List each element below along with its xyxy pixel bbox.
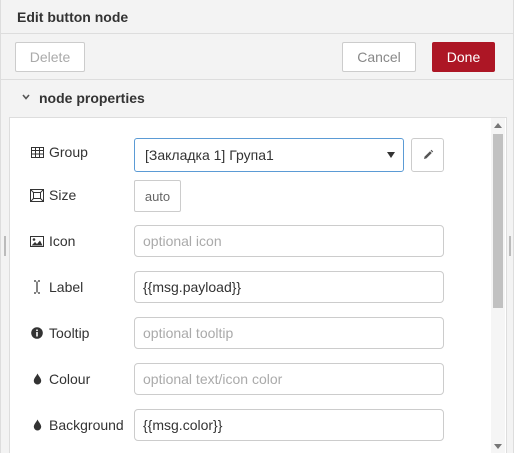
tooltip-label: Tooltip: [49, 325, 90, 341]
icon-label: Icon: [49, 233, 76, 249]
delete-button[interactable]: Delete: [15, 42, 85, 72]
scroll-up-arrow-icon[interactable]: [494, 123, 502, 128]
tray-toolbar: Delete Cancel Done: [1, 34, 513, 80]
icon-row-label: Icon: [30, 233, 75, 249]
group-row-label: Group: [30, 144, 88, 160]
label-label: Label: [49, 279, 84, 295]
table-icon: [30, 145, 44, 159]
cancel-button[interactable]: Cancel: [342, 42, 416, 72]
group-select-value: [Закладка 1] Група1: [145, 147, 274, 163]
group-select[interactable]: [Закладка 1] Група1: [134, 138, 404, 172]
caret-down-icon: [387, 152, 395, 158]
scroll-down-arrow-icon[interactable]: [494, 444, 502, 449]
resize-grip-left[interactable]: [4, 236, 6, 256]
colour-row-label: Colour: [30, 371, 90, 387]
picture-icon: [30, 234, 44, 248]
size-label: Size: [49, 187, 77, 203]
group-label: Group: [49, 144, 88, 160]
scroll-thumb[interactable]: [493, 134, 503, 308]
pencil-icon: [423, 149, 433, 159]
vertical-scrollbar[interactable]: [491, 118, 505, 453]
edit-group-button[interactable]: [411, 138, 444, 172]
text-cursor-icon: [30, 280, 44, 294]
background-label: Background: [49, 417, 124, 433]
droplet-icon: [30, 372, 44, 386]
tooltip-input[interactable]: optional tooltip: [134, 317, 444, 349]
tooltip-row-label: Tooltip: [30, 325, 89, 341]
properties-form: Group [Закладка 1] Група1 Size auto Icon…: [9, 117, 507, 453]
resize-icon: [30, 188, 44, 202]
tray-title: Edit button node: [17, 9, 129, 25]
colour-label: Colour: [49, 371, 91, 387]
node-properties-header[interactable]: node properties: [1, 80, 513, 116]
size-row-label: Size: [30, 187, 76, 203]
info-icon: [30, 326, 44, 340]
done-button[interactable]: Done: [432, 42, 495, 72]
label-input[interactable]: {{msg.payload}}: [134, 271, 444, 303]
droplet-icon: [30, 418, 44, 432]
background-input[interactable]: {{msg.color}}: [134, 409, 444, 441]
tray-header: Edit button node: [1, 0, 513, 34]
edit-node-tray: Edit button node Delete Cancel Done node…: [0, 0, 514, 453]
colour-input[interactable]: optional text/icon color: [134, 363, 444, 395]
background-row-label: Background: [30, 417, 124, 433]
resize-grip-right[interactable]: [509, 236, 511, 256]
icon-input[interactable]: optional icon: [134, 225, 444, 257]
chevron-down-icon: [22, 94, 30, 100]
label-row-label: Label: [30, 279, 83, 295]
section-title: node properties: [39, 90, 145, 106]
size-button[interactable]: auto: [134, 180, 181, 212]
